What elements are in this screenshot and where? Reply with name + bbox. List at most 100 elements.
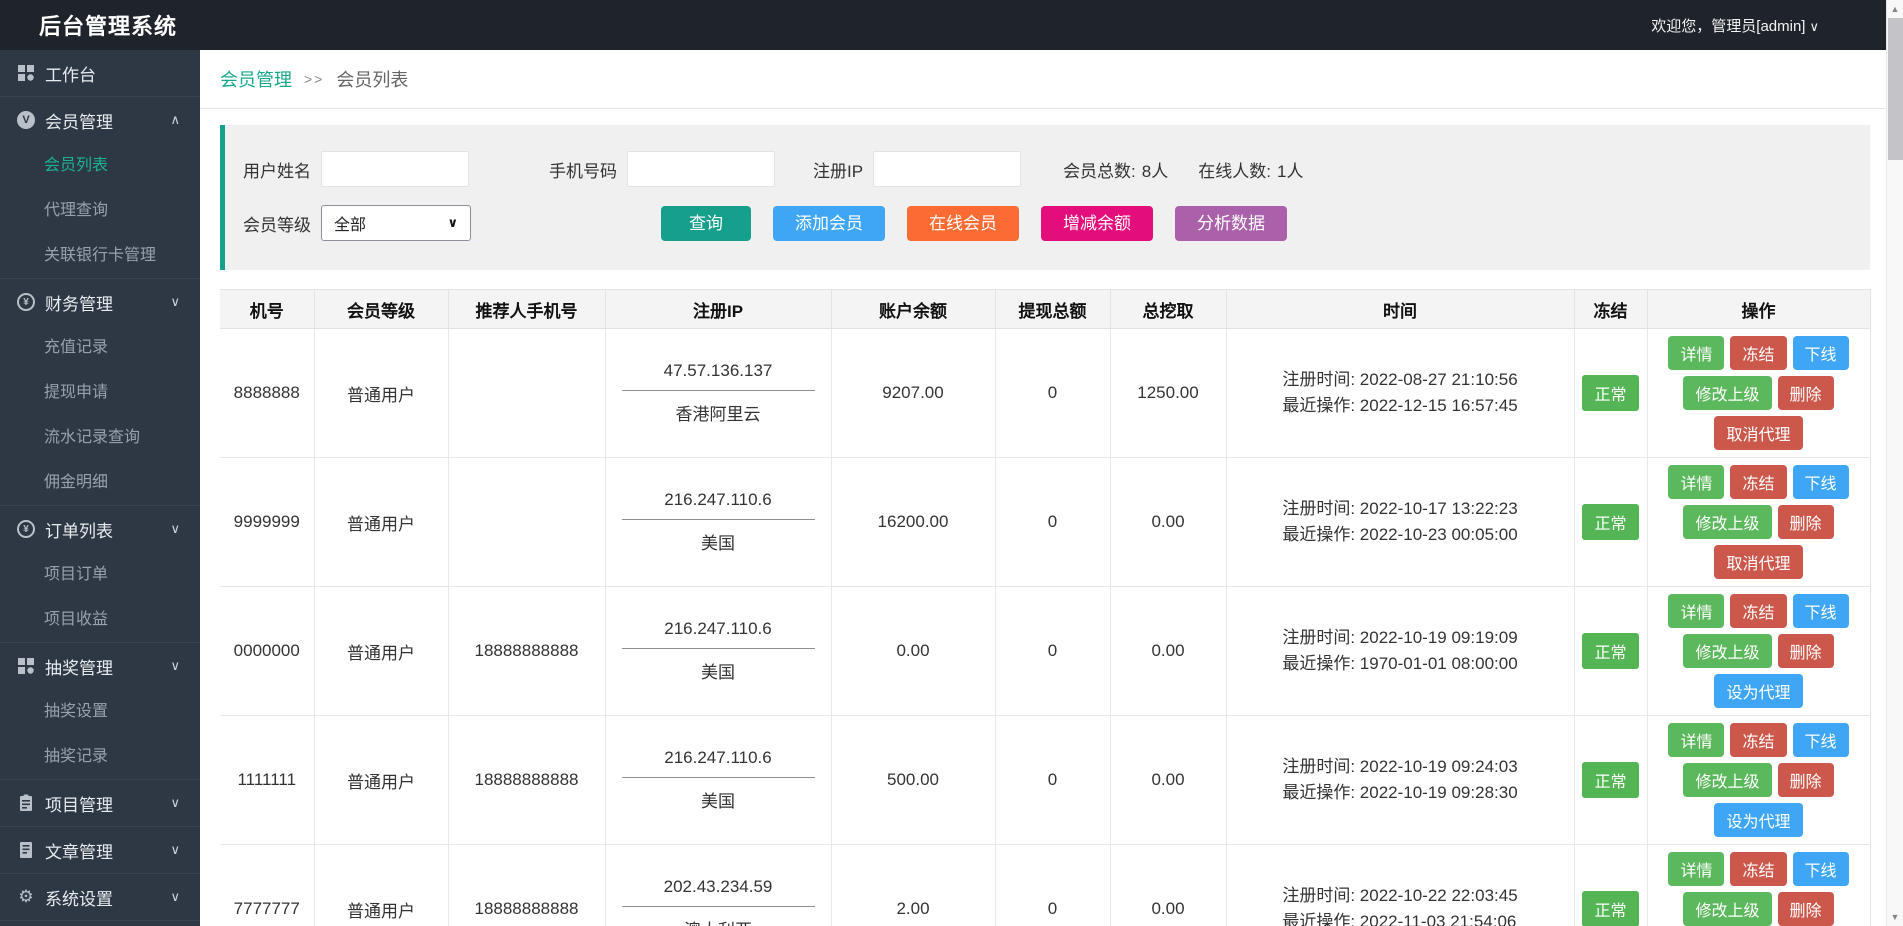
sidebar-item-recharge-records[interactable]: 充值记录: [0, 325, 200, 370]
detail-button[interactable]: 详情: [1668, 852, 1724, 886]
chevron-up-icon: ∧: [170, 112, 180, 128]
col-phone: 机号: [220, 290, 314, 329]
delete-button[interactable]: 删除: [1778, 892, 1834, 926]
sidebar: 工作台 V 会员管理 ∧ 会员列表 代理查询 关联银行卡管理 ¥ 财务管理 ∨ …: [0, 50, 200, 926]
sidebar-item-workbench[interactable]: 工作台: [0, 50, 200, 96]
set-agent-button[interactable]: 设为代理: [1714, 674, 1802, 708]
welcome-menu[interactable]: 欢迎您，管理员[admin]∨: [1651, 15, 1903, 36]
cell-withdraw: 0: [995, 458, 1110, 587]
cell-referrer: [448, 329, 605, 458]
status-badge[interactable]: 正常: [1582, 633, 1638, 669]
delete-button[interactable]: 删除: [1778, 505, 1834, 539]
register-ip-input[interactable]: [873, 151, 1021, 187]
sidebar-item-bank-card-management[interactable]: 关联银行卡管理: [0, 233, 200, 278]
table-header-row: 机号 会员等级 推荐人手机号 注册IP 账户余额 提现总额 总挖取 时间 冻结 …: [220, 290, 1870, 329]
sidebar-item-lottery-settings[interactable]: 抽奖设置: [0, 689, 200, 734]
offline-button[interactable]: 下线: [1793, 465, 1849, 499]
freeze-button[interactable]: 冻结: [1730, 336, 1786, 370]
cell-status: 正常: [1574, 845, 1647, 926]
sidebar-item-finance-management[interactable]: ¥ 财务管理 ∨: [0, 279, 200, 325]
online-members-button[interactable]: 在线会员: [907, 206, 1019, 241]
offline-button[interactable]: 下线: [1793, 336, 1849, 370]
offline-button[interactable]: 下线: [1793, 852, 1849, 886]
col-time: 时间: [1226, 290, 1574, 329]
chevron-down-icon: ∨: [170, 521, 180, 537]
username-input[interactable]: [321, 151, 469, 187]
sidebar-item-project-earnings[interactable]: 项目收益: [0, 597, 200, 642]
change-referrer-button[interactable]: 修改上级: [1683, 763, 1771, 797]
phone-input[interactable]: [627, 151, 775, 187]
detail-button[interactable]: 详情: [1668, 465, 1724, 499]
sidebar-item-lottery-management[interactable]: 抽奖管理 ∨: [0, 643, 200, 689]
change-referrer-button[interactable]: 修改上级: [1683, 505, 1771, 539]
sidebar-item-flow-records[interactable]: 流水记录查询: [0, 415, 200, 460]
sidebar-item-commission-details[interactable]: 佣金明细: [0, 460, 200, 505]
adjust-balance-button[interactable]: 增减余额: [1041, 206, 1153, 241]
breadcrumb-section-link[interactable]: 会员管理: [220, 66, 292, 92]
delete-button[interactable]: 删除: [1778, 376, 1834, 410]
analyze-data-button[interactable]: 分析数据: [1175, 206, 1287, 241]
chevron-down-icon: ∨: [170, 842, 180, 858]
cell-withdraw: 0: [995, 716, 1110, 845]
sidebar-item-member-list[interactable]: 会员列表: [0, 143, 200, 188]
status-badge[interactable]: 正常: [1582, 375, 1638, 411]
breadcrumb: 会员管理 >> 会员列表: [200, 50, 1903, 109]
sidebar-item-article-management[interactable]: 文章管理 ∨: [0, 827, 200, 873]
scroll-up-icon[interactable]: ▲: [1887, 4, 1903, 14]
chevron-down-icon: ∨: [170, 889, 180, 905]
table-row: 8888888 普通用户 47.57.136.137香港阿里云 9207.00 …: [220, 329, 1870, 458]
add-member-button[interactable]: 添加会员: [773, 206, 885, 241]
cell-phone: 8888888: [220, 329, 314, 458]
filter-panel: 用户姓名 手机号码 注册IP 会员总数:8人 在线人数:1人 会员等级 全部 ∨…: [220, 125, 1870, 270]
article-icon: [17, 841, 35, 859]
cell-withdraw: 0: [995, 845, 1110, 926]
detail-button[interactable]: 详情: [1668, 594, 1724, 628]
query-button[interactable]: 查询: [661, 206, 751, 241]
detail-button[interactable]: 详情: [1668, 723, 1724, 757]
offline-button[interactable]: 下线: [1793, 723, 1849, 757]
freeze-button[interactable]: 冻结: [1730, 723, 1786, 757]
app-title: 后台管理系统: [0, 9, 177, 41]
cell-actions: 详情冻结下线修改上级删除取消代理: [1647, 458, 1870, 587]
sidebar-item-order-list[interactable]: ¥ 订单列表 ∨: [0, 506, 200, 552]
sidebar-item-member-management[interactable]: V 会员管理 ∧: [0, 97, 200, 143]
freeze-button[interactable]: 冻结: [1730, 465, 1786, 499]
sidebar-item-system-settings[interactable]: ⚙ 系统设置 ∨: [0, 874, 200, 920]
cell-time: 注册时间: 2022-08-27 21:10:56最近操作: 2022-12-1…: [1226, 329, 1574, 458]
detail-button[interactable]: 详情: [1668, 336, 1724, 370]
delete-button[interactable]: 删除: [1778, 763, 1834, 797]
cell-phone: 0000000: [220, 587, 314, 716]
sidebar-item-agent-query[interactable]: 代理查询: [0, 188, 200, 233]
set-agent-button[interactable]: 设为代理: [1714, 803, 1802, 837]
chevron-down-icon: ∨: [1809, 19, 1819, 34]
vertical-scrollbar[interactable]: ▲ ▼: [1886, 0, 1903, 926]
col-mined-total: 总挖取: [1110, 290, 1226, 329]
status-badge[interactable]: 正常: [1582, 891, 1638, 926]
change-referrer-button[interactable]: 修改上级: [1683, 892, 1771, 926]
cell-balance: 16200.00: [831, 458, 995, 587]
cell-balance: 2.00: [831, 845, 995, 926]
status-badge[interactable]: 正常: [1582, 504, 1638, 540]
cancel-agent-button[interactable]: 取消代理: [1714, 545, 1802, 579]
member-level-select[interactable]: 全部 ∨: [321, 205, 471, 241]
cell-balance: 0.00: [831, 587, 995, 716]
cell-referrer: 18888888888: [448, 845, 605, 926]
sidebar-item-label: 会员管理: [45, 108, 113, 133]
scroll-down-icon[interactable]: ▼: [1887, 912, 1903, 922]
freeze-button[interactable]: 冻结: [1730, 594, 1786, 628]
cancel-agent-button[interactable]: 取消代理: [1714, 416, 1802, 450]
sidebar-group-orders: ¥ 订单列表 ∨ 项目订单 项目收益: [0, 505, 200, 642]
offline-button[interactable]: 下线: [1793, 594, 1849, 628]
delete-button[interactable]: 删除: [1778, 634, 1834, 668]
sidebar-item-withdraw-requests[interactable]: 提现申请: [0, 370, 200, 415]
sidebar-item-project-orders[interactable]: 项目订单: [0, 552, 200, 597]
freeze-button[interactable]: 冻结: [1730, 852, 1786, 886]
change-referrer-button[interactable]: 修改上级: [1683, 376, 1771, 410]
cell-mined: 0.00: [1110, 458, 1226, 587]
sidebar-item-project-management[interactable]: 项目管理 ∨: [0, 780, 200, 826]
status-badge[interactable]: 正常: [1582, 762, 1638, 798]
sidebar-item-lottery-records[interactable]: 抽奖记录: [0, 734, 200, 779]
cell-withdraw: 0: [995, 587, 1110, 716]
scrollbar-thumb[interactable]: [1888, 18, 1903, 160]
change-referrer-button[interactable]: 修改上级: [1683, 634, 1771, 668]
